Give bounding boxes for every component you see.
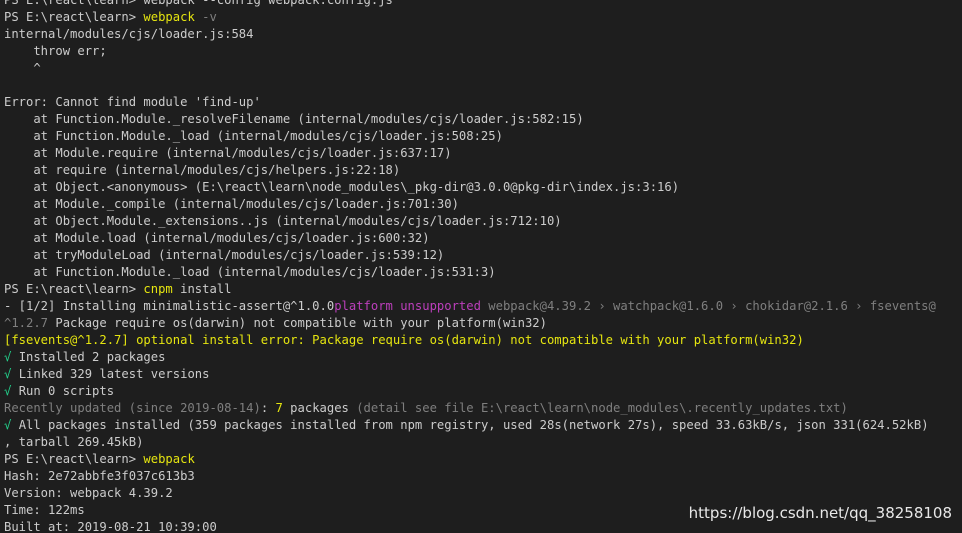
terminal-text-segment: PS E:\react\learn> — [4, 282, 144, 296]
terminal-text-segment: at Function.Module._load (internal/modul… — [4, 129, 503, 143]
terminal-line: at Function.Module._load (internal/modul… — [4, 264, 936, 281]
terminal-text-segment: PS E:\react\learn> — [4, 452, 144, 466]
terminal-line: √ All packages installed (359 packages i… — [4, 417, 936, 434]
terminal-line: at Module._compile (internal/modules/cjs… — [4, 196, 936, 213]
terminal-text-segment: 7 — [275, 401, 283, 415]
terminal-text-segment: cnpm — [143, 282, 173, 296]
terminal-text-segment: at Object.Module._extensions..js (intern… — [4, 214, 562, 228]
terminal-line: internal/modules/cjs/loader.js:584 — [4, 26, 936, 43]
terminal-text-segment: internal/modules/cjs/loader.js:584 — [4, 27, 254, 41]
terminal-text-segment: ^1.2.7 — [4, 316, 49, 330]
terminal-line: ^1.2.7 Package require os(darwin) not co… — [4, 315, 936, 332]
terminal-text-segment: Version: webpack 4.39.2 — [4, 486, 173, 500]
terminal-text-segment: √ — [4, 350, 19, 364]
terminal-text-segment: - [1/2] Installing minimalistic-assert@^… — [4, 299, 335, 313]
terminal-line: at Module.load (internal/modules/cjs/loa… — [4, 230, 936, 247]
terminal-text-segment: at Function.Module._load (internal/modul… — [4, 265, 496, 279]
terminal-text-segment: install — [172, 282, 232, 296]
terminal-line: ^ — [4, 60, 936, 77]
terminal-line: Recently updated (since 2019-08-14): 7 p… — [4, 400, 936, 417]
terminal-text-segment: throw err; — [4, 44, 107, 58]
terminal-line: - [1/2] Installing minimalistic-assert@^… — [4, 298, 936, 315]
terminal-line: PS E:\react\learn> webpack -v — [4, 9, 936, 26]
terminal-line: at Object.<anonymous> (E:\react\learn\no… — [4, 179, 936, 196]
terminal-text-segment: packages — [282, 401, 357, 415]
terminal-text-segment: webpack@4.39.2 › watchpack@1.6.0 › choki… — [480, 299, 936, 313]
terminal-line: throw err; — [4, 43, 936, 60]
terminal-text-segment: : — [260, 401, 276, 415]
terminal-text-segment: Run 0 scripts — [18, 384, 115, 398]
terminal-text-segment: webpack — [143, 10, 195, 24]
terminal-text-segment: √ — [4, 367, 19, 381]
terminal-text-segment: -v — [194, 10, 217, 24]
terminal-text-segment: ^ — [4, 61, 41, 75]
terminal-text-segment: PS E:\react\learn> — [4, 10, 144, 24]
terminal-line: Version: webpack 4.39.2 — [4, 485, 936, 502]
terminal-line: at Object.Module._extensions..js (intern… — [4, 213, 936, 230]
terminal-text-segment: , tarball 269.45kB) — [4, 435, 144, 449]
terminal-line: at Function.Module._resolveFilename (int… — [4, 111, 936, 128]
terminal-line: PS E:\react\learn> webpack --config webp… — [4, 0, 936, 9]
terminal-line: √ Installed 2 packages — [4, 349, 936, 366]
terminal-text-segment: PS E:\react\learn> webpack --config webp… — [4, 0, 401, 7]
terminal-line: PS E:\react\learn> cnpm install — [4, 281, 936, 298]
terminal-text-segment: at Function.Module._resolveFilename (int… — [4, 112, 584, 126]
terminal-text-segment: [fsevents@^1.2.7] optional install error… — [4, 333, 804, 347]
terminal-text-segment: Recently updated (since 2019-08-14) — [4, 401, 261, 415]
terminal-text-segment: Linked 329 latest versions — [18, 367, 210, 381]
terminal-text-segment: at Module.require (internal/modules/cjs/… — [4, 146, 452, 160]
watermark-text: https://blog.csdn.net/qq_38258108 — [688, 504, 952, 522]
terminal-line: PS E:\react\learn> webpack — [4, 451, 936, 468]
terminal-line: at Module.require (internal/modules/cjs/… — [4, 145, 936, 162]
terminal-line: at tryModuleLoad (internal/modules/cjs/l… — [4, 247, 936, 264]
terminal-text-segment: at Module._compile (internal/modules/cjs… — [4, 197, 459, 211]
terminal-text-segment: Package require os(darwin) not compatibl… — [48, 316, 547, 330]
terminal-text-segment: √ — [4, 418, 19, 432]
terminal-text-segment: at Module.load (internal/modules/cjs/loa… — [4, 231, 430, 245]
terminal-line: at require (internal/modules/cjs/helpers… — [4, 162, 936, 179]
terminal-text-segment: at tryModuleLoad (internal/modules/cjs/l… — [4, 248, 445, 262]
terminal-text-segment: at Object.<anonymous> (E:\react\learn\no… — [4, 180, 680, 194]
terminal-text-segment: All packages installed (359 packages ins… — [18, 418, 929, 432]
terminal-line: Hash: 2e72abbfe3f037c613b3 — [4, 468, 936, 485]
terminal-text-segment: (detail see file E:\react\learn\node_mod… — [356, 401, 848, 415]
terminal-text-segment: webpack — [143, 452, 195, 466]
terminal-text-segment: Hash: 2e72abbfe3f037c613b3 — [4, 469, 195, 483]
terminal-text-segment: √ — [4, 384, 19, 398]
terminal-line: √ Linked 329 latest versions — [4, 366, 936, 383]
terminal-text-segment: Installed 2 packages — [18, 350, 166, 364]
terminal-line: √ Run 0 scripts — [4, 383, 936, 400]
terminal-text-segment: Time: 122ms — [4, 503, 85, 517]
terminal-text-segment: platform unsupported — [334, 299, 481, 313]
terminal-window[interactable]: PS E:\react\learn> webpack --config webp… — [0, 0, 962, 533]
terminal-text-segment: at require (internal/modules/cjs/helpers… — [4, 163, 401, 177]
terminal-line: [fsevents@^1.2.7] optional install error… — [4, 332, 936, 349]
terminal-text-segment: Error: Cannot find module 'find-up' — [4, 95, 261, 109]
terminal-line: Error: Cannot find module 'find-up' — [4, 94, 936, 111]
terminal-output: PS E:\react\learn> webpack --config webp… — [4, 0, 936, 533]
terminal-text-segment: Built at: 2019-08-21 10:39:00 — [4, 520, 217, 533]
terminal-line: , tarball 269.45kB) — [4, 434, 936, 451]
terminal-line: at Function.Module._load (internal/modul… — [4, 128, 936, 145]
